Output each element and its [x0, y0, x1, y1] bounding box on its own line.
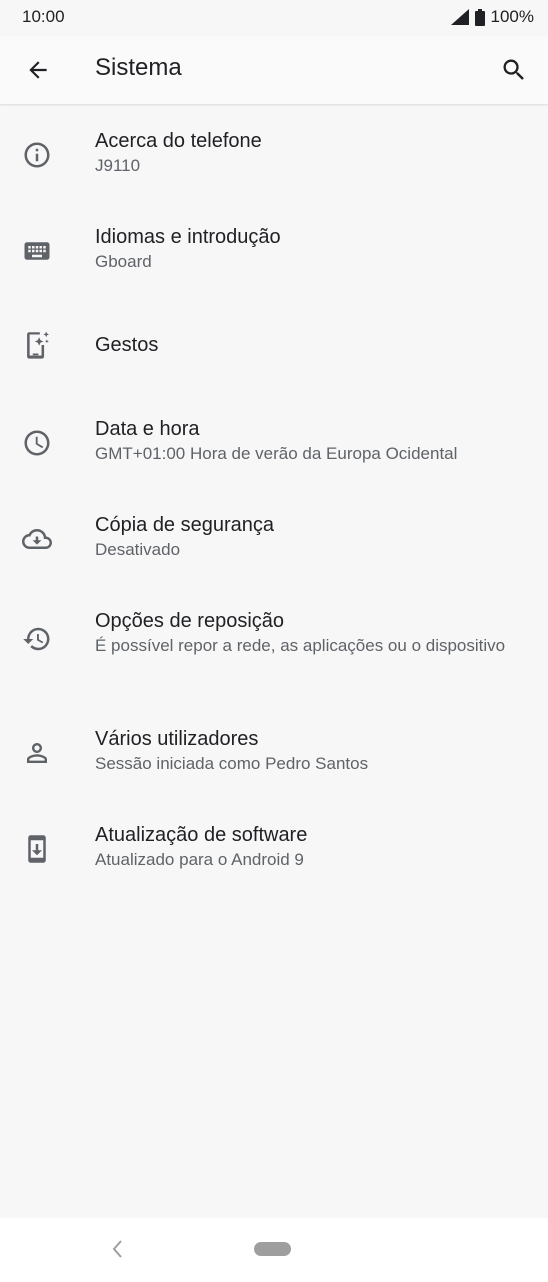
settings-item-subtitle: Atualizado para o Android 9 — [95, 850, 304, 869]
settings-item-title: Atualização de software — [95, 824, 308, 846]
navigation-bar — [0, 1218, 548, 1282]
signal-icon — [450, 9, 469, 25]
user-icon — [20, 736, 54, 770]
info-icon — [20, 138, 54, 172]
battery-icon — [474, 8, 485, 26]
settings-item-subtitle: Desativado — [95, 540, 181, 559]
settings-item-title: Data e hora — [95, 418, 200, 440]
gestures-icon — [20, 328, 54, 362]
settings-item-title: Idiomas e introdução — [95, 226, 281, 248]
settings-item-title: Opções de reposição — [95, 610, 285, 632]
settings-item-languages[interactable]: Idiomas e introdução Gboard — [0, 202, 548, 298]
status-icons: 100% — [450, 7, 534, 27]
settings-item-title: Cópia de segurança — [95, 514, 275, 536]
page-title: Sistema — [95, 54, 182, 81]
settings-item-subtitle: GMT+01:00 Hora de verão da Europa Ociden… — [95, 444, 458, 463]
settings-item-backup[interactable]: Cópia de segurança Desativado — [0, 490, 548, 586]
battery-level: 100% — [490, 7, 534, 26]
settings-item-subtitle: Sessão iniciada como Pedro Santos — [95, 754, 369, 773]
system-update-icon — [20, 832, 54, 866]
home-pill-icon[interactable] — [254, 1242, 291, 1256]
clock-icon — [20, 426, 54, 460]
nav-back-icon[interactable] — [104, 1236, 130, 1262]
search-button[interactable] — [490, 46, 538, 94]
settings-item-subtitle: Gboard — [95, 252, 152, 271]
search-icon — [500, 56, 528, 84]
status-time: 10:00 — [22, 7, 65, 26]
settings-item-title: Vários utilizadores — [95, 728, 259, 750]
cloud-backup-icon — [20, 522, 54, 556]
keyboard-icon — [20, 234, 54, 268]
settings-item-software-update[interactable]: Atualização de software Atualizado para … — [0, 800, 548, 896]
settings-item-subtitle: J9110 — [95, 156, 141, 175]
settings-item-title: Acerca do telefone — [95, 130, 262, 152]
app-bar: Sistema — [0, 36, 548, 104]
back-arrow-icon — [25, 57, 51, 83]
settings-item-gestures[interactable]: Gestos — [0, 298, 548, 394]
status-bar: 10:00 100% — [0, 0, 548, 36]
settings-item-reset-options[interactable]: Opções de reposição É possível repor a r… — [0, 586, 548, 704]
settings-item-date-time[interactable]: Data e hora GMT+01:00 Hora de verão da E… — [0, 394, 548, 490]
settings-item-about-phone[interactable]: Acerca do telefone J9110 — [0, 106, 548, 202]
restore-icon — [20, 622, 54, 656]
settings-list: Acerca do telefone J9110 Idiomas e intro… — [0, 106, 548, 896]
settings-item-title: Gestos — [95, 334, 159, 356]
back-button[interactable] — [14, 46, 62, 94]
settings-item-multiple-users[interactable]: Vários utilizadores Sessão iniciada como… — [0, 704, 548, 800]
settings-item-subtitle: É possível repor a rede, as aplicações o… — [95, 636, 506, 655]
